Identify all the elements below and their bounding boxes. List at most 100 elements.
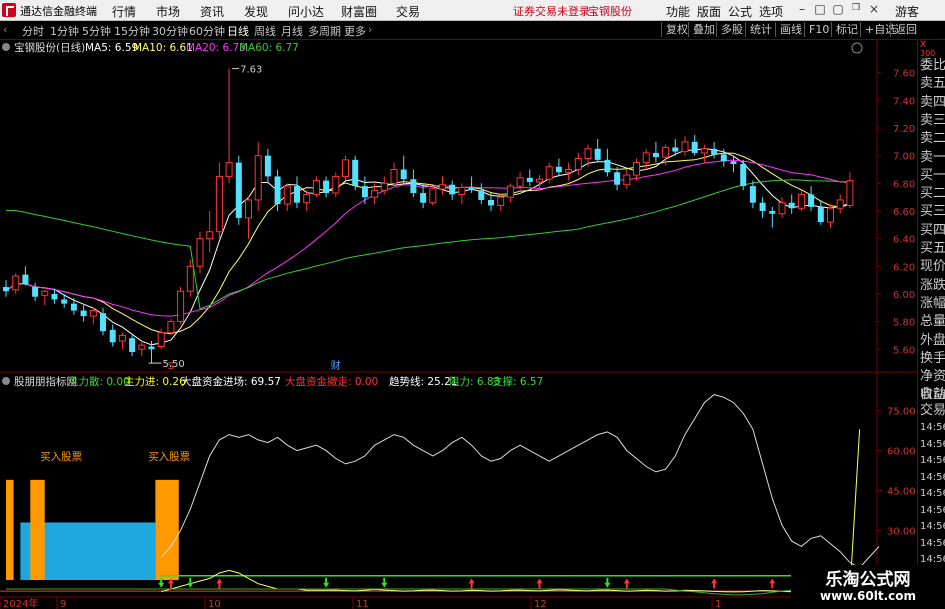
menu-wealth-circle[interactable]: 财富圈 (341, 3, 377, 20)
x-axis-label: 10 (208, 599, 221, 609)
x-axis-label: 9 (60, 599, 66, 609)
candle-body-down (352, 159, 359, 187)
side-label-6: 买一 (920, 167, 945, 183)
side-label-0: 委比 (920, 58, 945, 73)
side-label-3: 卖三 (920, 112, 945, 128)
side-time-4: 14:56 (920, 488, 945, 499)
side-label-13: 涨幅 (920, 295, 945, 311)
legend-ma20: MA20: 6.73 (186, 42, 246, 54)
period-chevron-icon[interactable]: ‹ (3, 23, 7, 36)
menu-discover[interactable]: 发现 (244, 3, 268, 20)
period-timeshare[interactable]: 分时 (22, 23, 44, 39)
buy-label-2: 买入股票 (148, 451, 190, 463)
period-30min[interactable]: 30分钟 (152, 23, 188, 39)
period-1min[interactable]: 1分钟 (50, 23, 79, 39)
menu-layout[interactable]: 版面 (697, 3, 721, 20)
period-multi[interactable]: 多周期 (308, 23, 341, 39)
candle-body-down (100, 313, 106, 332)
close-icon[interactable]: × (866, 2, 882, 17)
menu-bar: 通达信金融终端 行情 市场 资讯 发现 问小达 财富圈 交易 证券交易未登录 宝… (0, 0, 945, 21)
period-60min[interactable]: 60分钟 (189, 23, 225, 39)
side-label-11: 现价 (920, 259, 945, 275)
period-5min[interactable]: 5分钟 (82, 23, 111, 39)
candle-body-down (808, 194, 815, 207)
menu-assistant[interactable]: 问小达 (288, 3, 324, 20)
price-tick-label: 6.80 (893, 179, 915, 190)
menu-function[interactable]: 功能 (666, 3, 690, 20)
settings-gear-icon[interactable] (851, 42, 863, 54)
candle-body-up (371, 189, 379, 198)
candle-body-up (390, 169, 398, 184)
candle-body-down (129, 338, 136, 353)
menu-options[interactable]: 选项 (759, 3, 783, 20)
candle-body-down (720, 154, 727, 162)
candle-body-down (488, 199, 494, 206)
restore-icon[interactable]: □ (812, 2, 828, 17)
candle-body-up (584, 148, 592, 159)
menu-trade[interactable]: 交易 (396, 3, 420, 20)
candle-body-down (769, 211, 776, 214)
candle-body-down (400, 169, 407, 180)
f10-button[interactable]: F10 (804, 22, 833, 37)
candle-body-up (827, 207, 834, 223)
candle-body-up (623, 174, 631, 186)
candle-body-down (594, 148, 601, 160)
indicator-tick-label: 75.00 (887, 407, 916, 418)
maximize-icon[interactable]: ▢ (830, 2, 846, 17)
overlay-button[interactable]: 叠加 (688, 22, 719, 37)
buy-up-arrow-icon (468, 578, 475, 589)
fullscreen-icon[interactable]: ❒ (848, 3, 864, 18)
legend-collapse-icon[interactable] (2, 43, 10, 51)
candle-body-up (41, 290, 49, 296)
candle-body-up (545, 166, 553, 180)
candle-body-up (332, 175, 340, 194)
sell-down-arrow-icon (187, 577, 194, 588)
candle-body-up (700, 148, 708, 154)
buy-signal-bar (6, 479, 14, 580)
candle-body-up (642, 152, 650, 164)
side-auto-trade-1: 交易 (920, 403, 945, 418)
indicator-collapse-icon[interactable] (2, 377, 10, 385)
candle-body-up (186, 265, 194, 292)
sell-down-arrow-icon (381, 577, 388, 588)
candle-body-down (235, 162, 242, 218)
candle-body-up (536, 178, 543, 183)
candle-body-down (555, 166, 562, 173)
more-chevron-icon[interactable]: › (368, 23, 372, 36)
period-more[interactable]: 更多 (344, 23, 366, 39)
period-monthly[interactable]: 月线 (281, 23, 303, 39)
candle-body-up (778, 202, 786, 215)
period-weekly[interactable]: 周线 (254, 23, 276, 39)
side-time-8: 14:56 (920, 554, 945, 565)
statistics-button[interactable]: 统计 (745, 22, 776, 37)
candle-body-down (294, 186, 300, 203)
multi-stock-button[interactable]: 多股 (716, 22, 747, 37)
mark-button[interactable]: 标记 (831, 22, 862, 37)
x-axis-label: 2024年 (3, 597, 38, 609)
candle-body-up (215, 175, 223, 233)
menu-quotes[interactable]: 行情 (112, 3, 136, 20)
candle-body-up (254, 155, 262, 201)
price-tick-label: 6.60 (893, 207, 915, 218)
trade-login-warning[interactable]: 证券交易未登录 (513, 3, 590, 19)
draw-line-button[interactable]: 画线 (775, 22, 806, 37)
menu-market[interactable]: 市场 (156, 3, 180, 20)
candle-body-up (225, 162, 233, 177)
watermark: 乐淘公式网 www.60lt.com (791, 565, 945, 609)
x-axis-label: 1 (715, 599, 721, 609)
back-button[interactable]: 返回 (890, 22, 921, 37)
menu-news[interactable]: 资讯 (200, 3, 224, 20)
period-daily[interactable]: 日线 (227, 23, 249, 39)
candle-body-up (380, 182, 388, 191)
candle-body-up (439, 184, 446, 190)
side-label-4: 卖二 (920, 131, 945, 147)
indicator-tick-label: 60.00 (887, 447, 916, 458)
minimize-icon[interactable]: – (794, 2, 810, 17)
candle-body-up (662, 146, 670, 158)
menu-formula[interactable]: 公式 (728, 3, 752, 20)
chart-area[interactable]: 7.60 7.40 7.20 7.00 6.80 6.60 6.40 6.20 6.00 5.80… (0, 40, 917, 609)
candle-body-down (274, 176, 281, 205)
period-15min[interactable]: 15分钟 (114, 23, 150, 39)
price-tick-label: 7.20 (893, 124, 915, 135)
guest-user[interactable]: 游客 (895, 3, 919, 20)
